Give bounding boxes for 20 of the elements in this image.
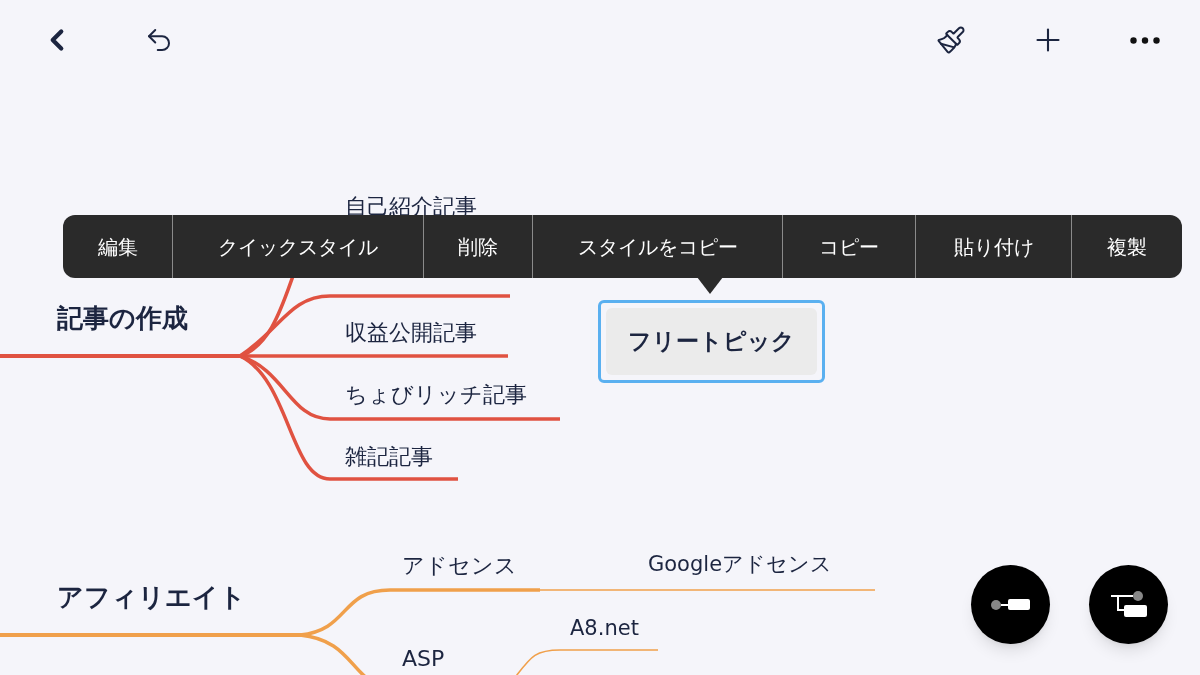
floating-topic[interactable]: フリートピック bbox=[598, 300, 825, 383]
more-icon bbox=[1130, 36, 1160, 44]
topic-label: フリートピック bbox=[628, 327, 795, 357]
subtopic-label[interactable]: 雑記記事 bbox=[345, 440, 433, 473]
topic-label[interactable]: 記事の作成 bbox=[57, 299, 188, 338]
subtopic-label[interactable]: A8.net bbox=[570, 613, 639, 645]
subtopic-label[interactable]: 収益公開記事 bbox=[345, 316, 477, 349]
subtopic-label[interactable]: Googleアドセンス bbox=[648, 549, 833, 581]
subtopic-label[interactable]: ちょびリッチ記事 bbox=[345, 378, 527, 411]
menu-item[interactable]: コピー bbox=[782, 215, 915, 278]
menu-item[interactable]: 複製 bbox=[1071, 215, 1182, 278]
subtopic-label[interactable]: ASP bbox=[402, 642, 445, 675]
menu-item[interactable]: 削除 bbox=[423, 215, 532, 278]
menu-item[interactable]: 編集 bbox=[63, 215, 172, 278]
topic-connector-icon bbox=[989, 596, 1032, 613]
topic-label[interactable]: アフィリエイト bbox=[57, 578, 246, 617]
paintbrush-icon bbox=[936, 25, 966, 55]
menu-item[interactable]: クイックスタイル bbox=[172, 215, 423, 278]
subtopic-label[interactable]: アドセンス bbox=[402, 549, 517, 582]
menu-item[interactable]: 貼り付け bbox=[915, 215, 1071, 278]
